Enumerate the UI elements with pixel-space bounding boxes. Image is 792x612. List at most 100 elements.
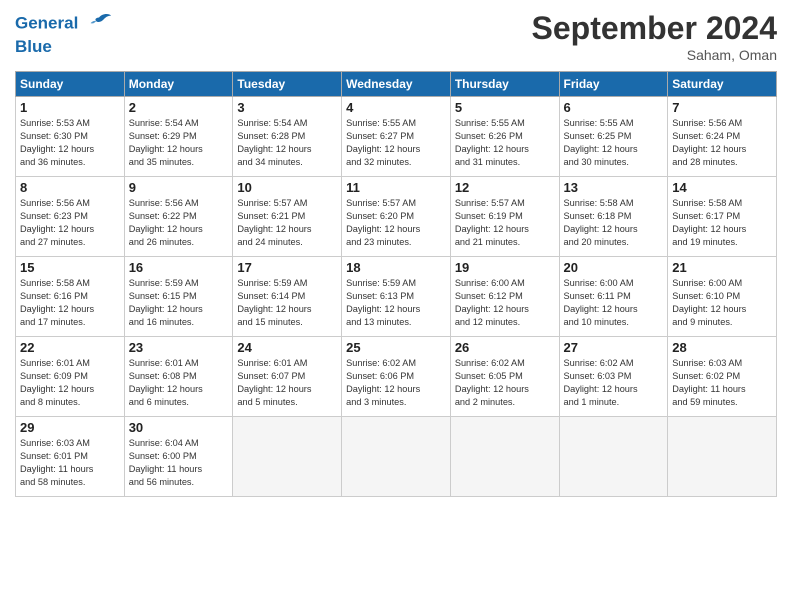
- day-info: Sunrise: 5:58 AMSunset: 6:16 PMDaylight:…: [20, 277, 120, 329]
- calendar-body: 1Sunrise: 5:53 AMSunset: 6:30 PMDaylight…: [16, 97, 777, 497]
- day-info: Sunrise: 5:55 AMSunset: 6:26 PMDaylight:…: [455, 117, 555, 169]
- calendar-cell: 6 Sunrise: 5:55 AMSunset: 6:25 PMDaylight…: [559, 97, 668, 177]
- day-info: Sunrise: 6:02 AMSunset: 6:05 PMDaylight:…: [455, 357, 555, 409]
- day-info: Sunrise: 6:00 AMSunset: 6:12 PMDaylight:…: [455, 277, 555, 329]
- day-number: 12: [455, 180, 555, 195]
- day-info: Sunrise: 5:56 AMSunset: 6:22 PMDaylight:…: [129, 197, 229, 249]
- calendar-cell: 21 Sunrise: 6:00 AMSunset: 6:10 PMDayligh…: [668, 257, 777, 337]
- day-info: Sunrise: 6:01 AMSunset: 6:09 PMDaylight:…: [20, 357, 120, 409]
- day-number: 10: [237, 180, 337, 195]
- calendar-cell: 19 Sunrise: 6:00 AMSunset: 6:12 PMDayligh…: [450, 257, 559, 337]
- day-info: Sunrise: 5:54 AMSunset: 6:29 PMDaylight:…: [129, 117, 229, 169]
- day-number: 21: [672, 260, 772, 275]
- day-info: Sunrise: 5:57 AMSunset: 6:21 PMDaylight:…: [237, 197, 337, 249]
- calendar-cell: 25 Sunrise: 6:02 AMSunset: 6:06 PMDayligh…: [342, 337, 451, 417]
- calendar-cell: 7 Sunrise: 5:56 AMSunset: 6:24 PMDaylight…: [668, 97, 777, 177]
- day-info: Sunrise: 6:01 AMSunset: 6:07 PMDaylight:…: [237, 357, 337, 409]
- day-number: 14: [672, 180, 772, 195]
- calendar-cell: [668, 417, 777, 497]
- calendar-cell: 23 Sunrise: 6:01 AMSunset: 6:08 PMDayligh…: [124, 337, 233, 417]
- calendar-cell: 29Sunrise: 6:03 AMSunset: 6:01 PMDayligh…: [16, 417, 125, 497]
- day-number: 28: [672, 340, 772, 355]
- day-number: 19: [455, 260, 555, 275]
- col-header-thursday: Thursday: [450, 72, 559, 97]
- day-info: Sunrise: 6:02 AMSunset: 6:06 PMDaylight:…: [346, 357, 446, 409]
- day-info: Sunrise: 5:57 AMSunset: 6:20 PMDaylight:…: [346, 197, 446, 249]
- calendar-cell: 20Sunrise: 6:00 AMSunset: 6:11 PMDayligh…: [559, 257, 668, 337]
- day-number: 11: [346, 180, 446, 195]
- day-info: Sunrise: 5:59 AMSunset: 6:14 PMDaylight:…: [237, 277, 337, 329]
- day-number: 25: [346, 340, 446, 355]
- calendar-cell: 15 Sunrise: 5:58 AMSunset: 6:16 PMDayligh…: [16, 257, 125, 337]
- col-header-saturday: Saturday: [668, 72, 777, 97]
- day-number: 18: [346, 260, 446, 275]
- day-info: Sunrise: 6:02 AMSunset: 6:03 PMDaylight:…: [564, 357, 664, 409]
- day-number: 4: [346, 100, 446, 115]
- calendar-cell: 14Sunrise: 5:58 AMSunset: 6:17 PMDayligh…: [668, 177, 777, 257]
- calendar-cell: 9 Sunrise: 5:56 AMSunset: 6:22 PMDaylight…: [124, 177, 233, 257]
- location: Saham, Oman: [532, 47, 777, 63]
- day-number: 7: [672, 100, 772, 115]
- calendar-cell: 12 Sunrise: 5:57 AMSunset: 6:19 PMDayligh…: [450, 177, 559, 257]
- day-info: Sunrise: 5:53 AMSunset: 6:30 PMDaylight:…: [20, 117, 120, 169]
- day-number: 3: [237, 100, 337, 115]
- calendar-cell: 30Sunrise: 6:04 AMSunset: 6:00 PMDayligh…: [124, 417, 233, 497]
- calendar-cell: [342, 417, 451, 497]
- month-title: September 2024: [532, 10, 777, 47]
- page-container: General Blue September 2024 Saham, Oman …: [0, 0, 792, 507]
- calendar-cell: 22Sunrise: 6:01 AMSunset: 6:09 PMDayligh…: [16, 337, 125, 417]
- calendar-cell: 10 Sunrise: 5:57 AMSunset: 6:21 PMDayligh…: [233, 177, 342, 257]
- calendar-cell: 2 Sunrise: 5:54 AMSunset: 6:29 PMDaylight…: [124, 97, 233, 177]
- day-number: 23: [129, 340, 229, 355]
- col-header-wednesday: Wednesday: [342, 72, 451, 97]
- calendar-header-row: SundayMondayTuesdayWednesdayThursdayFrid…: [16, 72, 777, 97]
- title-block: September 2024 Saham, Oman: [532, 10, 777, 63]
- calendar-cell: [450, 417, 559, 497]
- day-number: 15: [20, 260, 120, 275]
- day-info: Sunrise: 5:59 AMSunset: 6:13 PMDaylight:…: [346, 277, 446, 329]
- day-number: 2: [129, 100, 229, 115]
- day-number: 9: [129, 180, 229, 195]
- logo-bird-icon: [85, 10, 113, 38]
- day-info: Sunrise: 5:57 AMSunset: 6:19 PMDaylight:…: [455, 197, 555, 249]
- calendar-cell: 24Sunrise: 6:01 AMSunset: 6:07 PMDayligh…: [233, 337, 342, 417]
- day-info: Sunrise: 5:59 AMSunset: 6:15 PMDaylight:…: [129, 277, 229, 329]
- logo-text-general: General: [15, 13, 78, 32]
- calendar-cell: 8Sunrise: 5:56 AMSunset: 6:23 PMDaylight…: [16, 177, 125, 257]
- calendar-cell: [559, 417, 668, 497]
- calendar-cell: 1Sunrise: 5:53 AMSunset: 6:30 PMDaylight…: [16, 97, 125, 177]
- day-info: Sunrise: 6:00 AMSunset: 6:11 PMDaylight:…: [564, 277, 664, 329]
- calendar-week-5: 29Sunrise: 6:03 AMSunset: 6:01 PMDayligh…: [16, 417, 777, 497]
- day-number: 17: [237, 260, 337, 275]
- calendar-cell: 5 Sunrise: 5:55 AMSunset: 6:26 PMDaylight…: [450, 97, 559, 177]
- day-info: Sunrise: 6:04 AMSunset: 6:00 PMDaylight:…: [129, 437, 229, 489]
- calendar-cell: 13 Sunrise: 5:58 AMSunset: 6:18 PMDayligh…: [559, 177, 668, 257]
- calendar-cell: 17 Sunrise: 5:59 AMSunset: 6:14 PMDayligh…: [233, 257, 342, 337]
- calendar-cell: 18 Sunrise: 5:59 AMSunset: 6:13 PMDayligh…: [342, 257, 451, 337]
- day-number: 6: [564, 100, 664, 115]
- day-info: Sunrise: 5:56 AMSunset: 6:24 PMDaylight:…: [672, 117, 772, 169]
- day-info: Sunrise: 5:55 AMSunset: 6:25 PMDaylight:…: [564, 117, 664, 169]
- calendar-cell: 11 Sunrise: 5:57 AMSunset: 6:20 PMDayligh…: [342, 177, 451, 257]
- calendar-week-2: 8Sunrise: 5:56 AMSunset: 6:23 PMDaylight…: [16, 177, 777, 257]
- calendar-week-4: 22Sunrise: 6:01 AMSunset: 6:09 PMDayligh…: [16, 337, 777, 417]
- day-info: Sunrise: 6:01 AMSunset: 6:08 PMDaylight:…: [129, 357, 229, 409]
- col-header-monday: Monday: [124, 72, 233, 97]
- calendar-cell: 27Sunrise: 6:02 AMSunset: 6:03 PMDayligh…: [559, 337, 668, 417]
- calendar-cell: 3 Sunrise: 5:54 AMSunset: 6:28 PMDaylight…: [233, 97, 342, 177]
- day-info: Sunrise: 5:55 AMSunset: 6:27 PMDaylight:…: [346, 117, 446, 169]
- col-header-tuesday: Tuesday: [233, 72, 342, 97]
- calendar-week-1: 1Sunrise: 5:53 AMSunset: 6:30 PMDaylight…: [16, 97, 777, 177]
- day-info: Sunrise: 6:03 AMSunset: 6:01 PMDaylight:…: [20, 437, 120, 489]
- day-number: 8: [20, 180, 120, 195]
- day-number: 13: [564, 180, 664, 195]
- calendar-week-3: 15 Sunrise: 5:58 AMSunset: 6:16 PMDayligh…: [16, 257, 777, 337]
- calendar-cell: 4 Sunrise: 5:55 AMSunset: 6:27 PMDaylight…: [342, 97, 451, 177]
- day-info: Sunrise: 6:03 AMSunset: 6:02 PMDaylight:…: [672, 357, 772, 409]
- calendar-cell: 26Sunrise: 6:02 AMSunset: 6:05 PMDayligh…: [450, 337, 559, 417]
- day-number: 5: [455, 100, 555, 115]
- day-info: Sunrise: 5:58 AMSunset: 6:18 PMDaylight:…: [564, 197, 664, 249]
- calendar-cell: 16Sunrise: 5:59 AMSunset: 6:15 PMDayligh…: [124, 257, 233, 337]
- day-info: Sunrise: 6:00 AMSunset: 6:10 PMDaylight:…: [672, 277, 772, 329]
- day-info: Sunrise: 5:54 AMSunset: 6:28 PMDaylight:…: [237, 117, 337, 169]
